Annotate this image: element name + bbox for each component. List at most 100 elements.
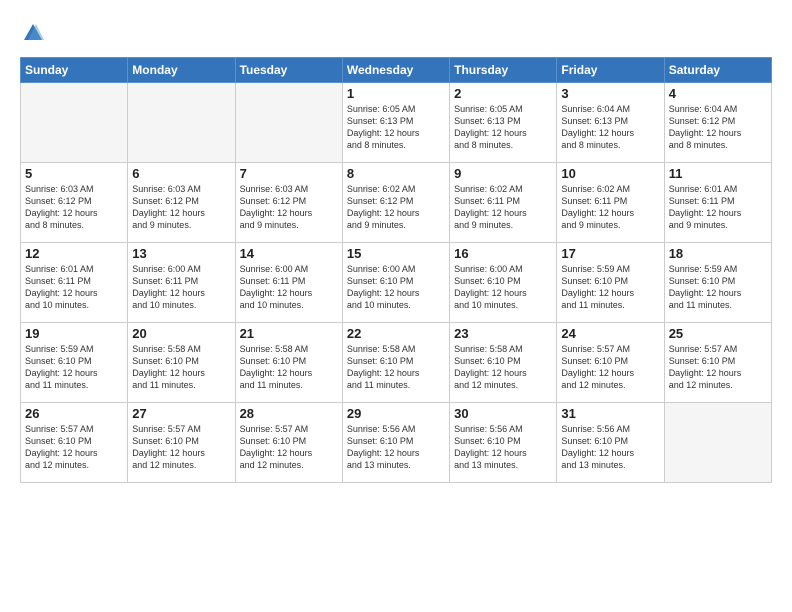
calendar-week-row: 19Sunrise: 5:59 AM Sunset: 6:10 PM Dayli… [21, 322, 772, 402]
cell-info: Sunrise: 5:58 AM Sunset: 6:10 PM Dayligh… [240, 343, 338, 392]
cell-info: Sunrise: 5:57 AM Sunset: 6:10 PM Dayligh… [669, 343, 767, 392]
day-number: 16 [454, 246, 552, 261]
cell-info: Sunrise: 6:00 AM Sunset: 6:10 PM Dayligh… [454, 263, 552, 312]
day-number: 26 [25, 406, 123, 421]
day-number: 9 [454, 166, 552, 181]
cell-info: Sunrise: 5:57 AM Sunset: 6:10 PM Dayligh… [25, 423, 123, 472]
cell-info: Sunrise: 5:57 AM Sunset: 6:10 PM Dayligh… [561, 343, 659, 392]
cell-info: Sunrise: 6:02 AM Sunset: 6:11 PM Dayligh… [561, 183, 659, 232]
day-number: 20 [132, 326, 230, 341]
calendar-cell: 27 Sunrise: 5:57 AM Sunset: 6:10 PM Dayli… [128, 402, 235, 482]
cell-info: Sunrise: 5:56 AM Sunset: 6:10 PM Dayligh… [347, 423, 445, 472]
calendar-cell: 16 Sunrise: 6:00 AM Sunset: 6:10 PM Dayli… [450, 242, 557, 322]
cell-info: Sunrise: 6:02 AM Sunset: 6:11 PM Dayligh… [454, 183, 552, 232]
cell-info: Sunrise: 6:03 AM Sunset: 6:12 PM Dayligh… [25, 183, 123, 232]
day-number: 31 [561, 406, 659, 421]
day-number: 22 [347, 326, 445, 341]
day-number: 30 [454, 406, 552, 421]
calendar-cell: 26 Sunrise: 5:57 AM Sunset: 6:10 PM Dayli… [21, 402, 128, 482]
cell-info: Sunrise: 6:05 AM Sunset: 6:13 PM Dayligh… [454, 103, 552, 152]
logo-icon [22, 22, 44, 44]
calendar-cell: 11Sunrise: 6:01 AM Sunset: 6:11 PM Dayli… [664, 162, 771, 242]
cell-info: Sunrise: 5:57 AM Sunset: 6:10 PM Dayligh… [132, 423, 230, 472]
calendar-cell [21, 82, 128, 162]
cell-info: Sunrise: 6:04 AM Sunset: 6:12 PM Dayligh… [669, 103, 767, 152]
day-number: 24 [561, 326, 659, 341]
day-number: 3 [561, 86, 659, 101]
calendar-cell: 2 Sunrise: 6:05 AM Sunset: 6:13 PM Daylig… [450, 82, 557, 162]
day-number: 11 [669, 166, 767, 181]
day-number: 7 [240, 166, 338, 181]
calendar-cell: 17 Sunrise: 5:59 AM Sunset: 6:10 PM Dayli… [557, 242, 664, 322]
cell-info: Sunrise: 5:58 AM Sunset: 6:10 PM Dayligh… [454, 343, 552, 392]
day-number: 6 [132, 166, 230, 181]
weekday-header: Thursday [450, 57, 557, 82]
cell-info: Sunrise: 6:00 AM Sunset: 6:11 PM Dayligh… [132, 263, 230, 312]
calendar-cell: 8 Sunrise: 6:02 AM Sunset: 6:12 PM Daylig… [342, 162, 449, 242]
calendar-week-row: 12 Sunrise: 6:01 AM Sunset: 6:11 PM Dayli… [21, 242, 772, 322]
calendar-cell: 24 Sunrise: 5:57 AM Sunset: 6:10 PM Dayli… [557, 322, 664, 402]
cell-info: Sunrise: 5:56 AM Sunset: 6:10 PM Dayligh… [561, 423, 659, 472]
day-number: 8 [347, 166, 445, 181]
day-number: 29 [347, 406, 445, 421]
day-number: 28 [240, 406, 338, 421]
calendar-cell: 1 Sunrise: 6:05 AM Sunset: 6:13 PM Daylig… [342, 82, 449, 162]
cell-info: Sunrise: 6:04 AM Sunset: 6:13 PM Dayligh… [561, 103, 659, 152]
cell-info: Sunrise: 6:03 AM Sunset: 6:12 PM Dayligh… [240, 183, 338, 232]
calendar-cell: 3 Sunrise: 6:04 AM Sunset: 6:13 PM Daylig… [557, 82, 664, 162]
calendar-cell: 22Sunrise: 5:58 AM Sunset: 6:10 PM Dayli… [342, 322, 449, 402]
calendar-cell: 20 Sunrise: 5:58 AM Sunset: 6:10 PM Dayli… [128, 322, 235, 402]
cell-info: Sunrise: 6:01 AM Sunset: 6:11 PM Dayligh… [25, 263, 123, 312]
calendar-cell: 10 Sunrise: 6:02 AM Sunset: 6:11 PM Dayli… [557, 162, 664, 242]
cell-info: Sunrise: 5:59 AM Sunset: 6:10 PM Dayligh… [561, 263, 659, 312]
cell-info: Sunrise: 6:02 AM Sunset: 6:12 PM Dayligh… [347, 183, 445, 232]
cell-info: Sunrise: 5:58 AM Sunset: 6:10 PM Dayligh… [132, 343, 230, 392]
day-number: 2 [454, 86, 552, 101]
calendar-cell: 6 Sunrise: 6:03 AM Sunset: 6:12 PM Daylig… [128, 162, 235, 242]
day-number: 13 [132, 246, 230, 261]
weekday-header: Tuesday [235, 57, 342, 82]
calendar-cell: 25 Sunrise: 5:57 AM Sunset: 6:10 PM Dayli… [664, 322, 771, 402]
calendar-week-row: 1 Sunrise: 6:05 AM Sunset: 6:13 PM Daylig… [21, 82, 772, 162]
calendar-table: SundayMondayTuesdayWednesdayThursdayFrid… [20, 57, 772, 483]
calendar-cell: 12 Sunrise: 6:01 AM Sunset: 6:11 PM Dayli… [21, 242, 128, 322]
cell-info: Sunrise: 6:00 AM Sunset: 6:11 PM Dayligh… [240, 263, 338, 312]
day-number: 1 [347, 86, 445, 101]
cell-info: Sunrise: 5:56 AM Sunset: 6:10 PM Dayligh… [454, 423, 552, 472]
day-number: 18 [669, 246, 767, 261]
page: SundayMondayTuesdayWednesdayThursdayFrid… [0, 0, 792, 612]
calendar-cell [128, 82, 235, 162]
calendar-cell: 28 Sunrise: 5:57 AM Sunset: 6:10 PM Dayli… [235, 402, 342, 482]
calendar-cell: 5 Sunrise: 6:03 AM Sunset: 6:12 PM Daylig… [21, 162, 128, 242]
logo [20, 22, 44, 49]
day-number: 4 [669, 86, 767, 101]
cell-info: Sunrise: 5:57 AM Sunset: 6:10 PM Dayligh… [240, 423, 338, 472]
weekday-header: Wednesday [342, 57, 449, 82]
cell-info: Sunrise: 5:59 AM Sunset: 6:10 PM Dayligh… [669, 263, 767, 312]
day-number: 19 [25, 326, 123, 341]
cell-info: Sunrise: 6:00 AM Sunset: 6:10 PM Dayligh… [347, 263, 445, 312]
calendar-cell: 4 Sunrise: 6:04 AM Sunset: 6:12 PM Daylig… [664, 82, 771, 162]
calendar-week-row: 26 Sunrise: 5:57 AM Sunset: 6:10 PM Dayli… [21, 402, 772, 482]
calendar-cell: 13 Sunrise: 6:00 AM Sunset: 6:11 PM Dayli… [128, 242, 235, 322]
cell-info: Sunrise: 6:05 AM Sunset: 6:13 PM Dayligh… [347, 103, 445, 152]
cell-info: Sunrise: 6:03 AM Sunset: 6:12 PM Dayligh… [132, 183, 230, 232]
logo-text [20, 22, 44, 49]
calendar-cell: 23Sunrise: 5:58 AM Sunset: 6:10 PM Dayli… [450, 322, 557, 402]
weekday-header: Saturday [664, 57, 771, 82]
day-number: 15 [347, 246, 445, 261]
day-number: 10 [561, 166, 659, 181]
day-number: 12 [25, 246, 123, 261]
day-number: 25 [669, 326, 767, 341]
day-number: 5 [25, 166, 123, 181]
weekday-header-row: SundayMondayTuesdayWednesdayThursdayFrid… [21, 57, 772, 82]
calendar-cell: 19Sunrise: 5:59 AM Sunset: 6:10 PM Dayli… [21, 322, 128, 402]
day-number: 17 [561, 246, 659, 261]
calendar-cell: 7 Sunrise: 6:03 AM Sunset: 6:12 PM Daylig… [235, 162, 342, 242]
day-number: 21 [240, 326, 338, 341]
calendar-cell: 31 Sunrise: 5:56 AM Sunset: 6:10 PM Dayli… [557, 402, 664, 482]
calendar-cell [664, 402, 771, 482]
day-number: 14 [240, 246, 338, 261]
calendar-cell: 14 Sunrise: 6:00 AM Sunset: 6:11 PM Dayli… [235, 242, 342, 322]
day-number: 27 [132, 406, 230, 421]
